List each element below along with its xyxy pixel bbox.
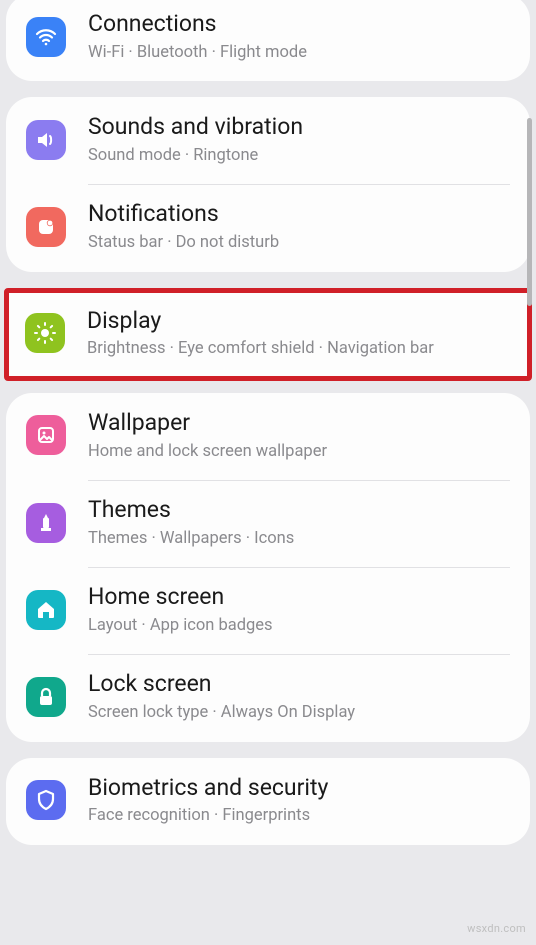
item-subtitle: Themes · Wallpapers · Icons [88, 528, 510, 549]
item-title: Display [87, 307, 511, 336]
item-subtitle: Face recognition · Fingerprints [88, 805, 510, 826]
item-subtitle: Layout · App icon badges [88, 615, 510, 636]
item-subtitle: Brightness · Eye comfort shield · Naviga… [87, 338, 511, 359]
themes-icon [26, 503, 66, 543]
sound-icon [26, 120, 66, 160]
item-title: Biometrics and security [88, 774, 510, 803]
settings-card-ui: Wallpaper Home and lock screen wallpaper… [6, 393, 530, 742]
settings-item-connections[interactable]: Connections Wi-Fi · Bluetooth · Flight m… [6, 0, 530, 81]
settings-item-display[interactable]: Display Brightness · Eye comfort shield … [9, 293, 527, 376]
item-title: Wallpaper [88, 409, 510, 438]
item-subtitle: Home and lock screen wallpaper [88, 441, 510, 462]
settings-card-sound-notif: Sounds and vibration Sound mode · Ringto… [6, 97, 530, 271]
settings-item-biometrics[interactable]: Biometrics and security Face recognition… [6, 758, 530, 845]
item-title: Sounds and vibration [88, 113, 510, 142]
shield-icon [26, 780, 66, 820]
notification-icon [26, 207, 66, 247]
item-subtitle: Wi-Fi · Bluetooth · Flight mode [88, 42, 510, 63]
item-text: Wallpaper Home and lock screen wallpaper [88, 409, 510, 462]
item-title: Lock screen [88, 670, 510, 699]
item-title: Connections [88, 10, 510, 39]
watermark: wsxdn.com [467, 922, 526, 935]
settings-item-themes[interactable]: Themes Themes · Wallpapers · Icons [6, 480, 530, 567]
settings-item-homescreen[interactable]: Home screen Layout · App icon badges [6, 567, 530, 654]
home-icon [26, 590, 66, 630]
item-text: Home screen Layout · App icon badges [88, 583, 510, 636]
item-text: Notifications Status bar · Do not distur… [88, 200, 510, 253]
scrollbar-thumb[interactable] [527, 118, 532, 306]
item-text: Connections Wi-Fi · Bluetooth · Flight m… [88, 10, 510, 63]
settings-item-sounds[interactable]: Sounds and vibration Sound mode · Ringto… [6, 97, 530, 184]
item-text: Display Brightness · Eye comfort shield … [87, 307, 511, 360]
wifi-icon [26, 17, 66, 57]
settings-item-lockscreen[interactable]: Lock screen Screen lock type · Always On… [6, 654, 530, 741]
highlight-box: Display Brightness · Eye comfort shield … [4, 288, 532, 381]
lock-icon [26, 677, 66, 717]
settings-card-connections: Connections Wi-Fi · Bluetooth · Flight m… [6, 0, 530, 81]
item-text: Biometrics and security Face recognition… [88, 774, 510, 827]
settings-item-wallpaper[interactable]: Wallpaper Home and lock screen wallpaper [6, 393, 530, 480]
item-text: Sounds and vibration Sound mode · Ringto… [88, 113, 510, 166]
item-subtitle: Status bar · Do not disturb [88, 232, 510, 253]
item-title: Notifications [88, 200, 510, 229]
item-title: Themes [88, 496, 510, 525]
item-subtitle: Screen lock type · Always On Display [88, 702, 510, 723]
settings-card-security: Biometrics and security Face recognition… [6, 758, 530, 845]
item-subtitle: Sound mode · Ringtone [88, 145, 510, 166]
wallpaper-icon [26, 415, 66, 455]
settings-item-notifications[interactable]: Notifications Status bar · Do not distur… [6, 184, 530, 271]
item-text: Lock screen Screen lock type · Always On… [88, 670, 510, 723]
item-title: Home screen [88, 583, 510, 612]
item-text: Themes Themes · Wallpapers · Icons [88, 496, 510, 549]
brightness-icon [25, 313, 65, 353]
